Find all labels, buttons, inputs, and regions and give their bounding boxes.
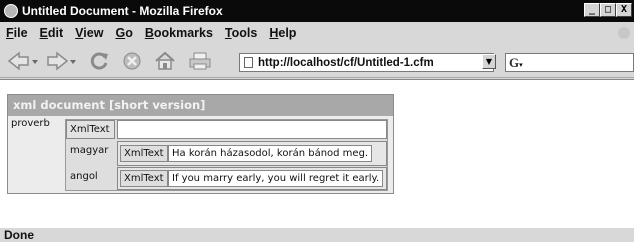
window-title: Untitled Document - Mozilla Firefox [22,4,223,18]
minimize-button[interactable]: _ [584,3,600,17]
search-engine-dropdown-icon[interactable]: ▾ [519,61,523,69]
xml-child-value: If you marry early, you will regret it e… [168,170,384,187]
xml-child-label: magyar [70,145,109,156]
back-button[interactable] [6,50,40,72]
xml-dump-body: proverb XmlText magyar XmlText Ha korán … [8,116,393,193]
url-text[interactable]: http://localhost/cf/Untitled-1.cfm [258,57,434,69]
xml-text-value-cell [117,120,387,139]
page-icon [244,57,253,68]
forward-button[interactable] [44,50,78,72]
status-bar: Done [0,227,634,242]
menu-help[interactable]: Help [263,26,302,40]
menu-file[interactable]: File [0,26,34,40]
print-button[interactable] [186,50,216,72]
xml-child-label: angol [70,171,98,182]
window-titlebar[interactable]: Untitled Document - Mozilla Firefox _ □ … [0,0,634,22]
status-text: Done [4,228,34,242]
back-arrow-icon [7,51,38,71]
printer-icon [189,52,211,70]
chevron-down-icon: ▼ [485,57,493,66]
url-dropdown-button[interactable]: ▼ [482,54,496,69]
xml-text-key: XmlText [70,124,110,135]
close-button[interactable]: X [616,3,632,17]
home-icon [155,51,175,70]
menu-edit-accel: E [39,26,48,40]
menu-tools-label: ools [231,26,258,40]
stop-button[interactable] [119,50,145,72]
xml-child-value: Ha korán házasodol, korán bánod meg. [168,145,373,162]
menu-go-accel: G [115,26,126,40]
xml-child-cell: XmlText Ha korán házasodol, korán bánod … [117,141,387,166]
maximize-button[interactable]: □ [600,3,616,17]
menu-tools-accel: T [224,26,232,40]
menu-file-accel: F [6,26,14,40]
menu-bar: File Edit View Go Bookmarks Tools Help [0,22,634,44]
forward-arrow-icon [47,51,76,71]
window-controls: _ □ X [584,3,632,17]
menu-edit-label: dit [47,26,64,40]
menu-bookmarks-accel: B [144,26,154,40]
firefox-icon [4,4,18,18]
throbber-icon [618,27,630,39]
navigation-toolbar: http://localhost/cf/Untitled-1.cfm ▼ G ▾ [0,44,634,78]
menu-bookmarks[interactable]: Bookmarks [139,26,219,40]
xml-dump-header[interactable]: xml document [short version] [8,95,393,115]
menu-bookmarks-label: ookmarks [153,26,213,40]
search-engine-icon[interactable]: G [509,55,519,71]
page-content: xml document [short version] proverb Xml… [0,79,634,227]
xml-root-label: proverb [11,118,50,129]
reload-button[interactable] [86,50,112,72]
xml-child-tag: XmlText [120,170,168,187]
xml-root-element: XmlText magyar XmlText Ha korán házasodo… [65,119,388,191]
menu-view[interactable]: View [69,26,109,40]
stop-icon [123,52,141,70]
menu-tools[interactable]: Tools [219,26,263,40]
address-bar[interactable]: http://localhost/cf/Untitled-1.cfm [239,53,494,72]
reload-icon [90,52,108,70]
home-button[interactable] [152,50,178,72]
xml-child-tag: XmlText [120,145,168,162]
menu-view-label: iew [83,26,104,40]
search-box[interactable]: G ▾ [505,53,634,72]
menu-go[interactable]: Go [109,26,138,40]
xml-text-key-cell: XmlText [66,120,115,139]
xml-dump-panel: xml document [short version] proverb Xml… [7,94,394,194]
xml-child-cell: XmlText If you marry early, you will reg… [117,167,387,190]
menu-go-label: o [125,26,133,40]
menu-help-label: elp [278,26,297,40]
menu-edit[interactable]: Edit [34,26,70,40]
menu-file-label: ile [13,26,28,40]
